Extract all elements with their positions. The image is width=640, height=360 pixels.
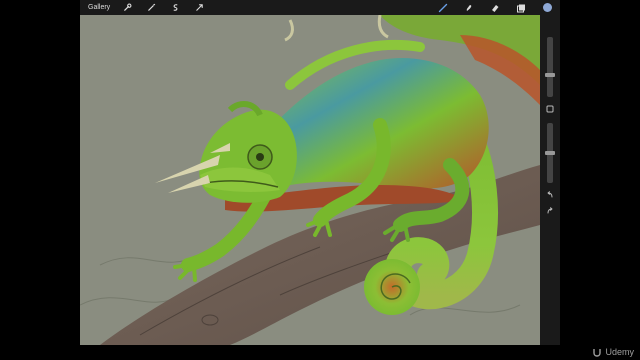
- eraser-icon[interactable]: [488, 1, 502, 15]
- undo-icon[interactable]: [544, 189, 556, 201]
- brush-size-slider[interactable]: [545, 37, 555, 97]
- redo-icon[interactable]: [544, 205, 556, 217]
- gallery-button[interactable]: Gallery: [88, 0, 110, 15]
- eye-pupil: [256, 153, 264, 161]
- drawing-canvas[interactable]: [80, 15, 540, 345]
- bottom-bar: [80, 345, 560, 360]
- transform-arrow-icon[interactable]: [192, 1, 206, 15]
- selection-icon[interactable]: [168, 1, 182, 15]
- color-picker-button[interactable]: [540, 1, 554, 15]
- app-window: Gallery Udemy: [0, 0, 640, 360]
- brush-icon[interactable]: [436, 1, 450, 15]
- artwork: [80, 15, 540, 345]
- magic-wand-icon[interactable]: [144, 1, 158, 15]
- layers-icon[interactable]: [514, 1, 528, 15]
- opacity-slider[interactable]: [545, 123, 555, 183]
- smudge-icon[interactable]: [462, 1, 476, 15]
- opacity-thumb[interactable]: [545, 151, 555, 155]
- udemy-logo-icon: [593, 348, 602, 357]
- udemy-watermark: Udemy: [592, 347, 634, 357]
- toolbar-left-group: Gallery: [88, 0, 206, 15]
- right-sidebar: [540, 15, 560, 345]
- watermark-text: Udemy: [605, 347, 634, 357]
- active-color-swatch: [542, 3, 552, 12]
- toolbar-right-group: [436, 0, 554, 15]
- brush-size-thumb[interactable]: [545, 73, 555, 78]
- wrench-icon[interactable]: [120, 1, 134, 15]
- modify-button[interactable]: [544, 103, 556, 115]
- top-toolbar: Gallery: [80, 0, 560, 15]
